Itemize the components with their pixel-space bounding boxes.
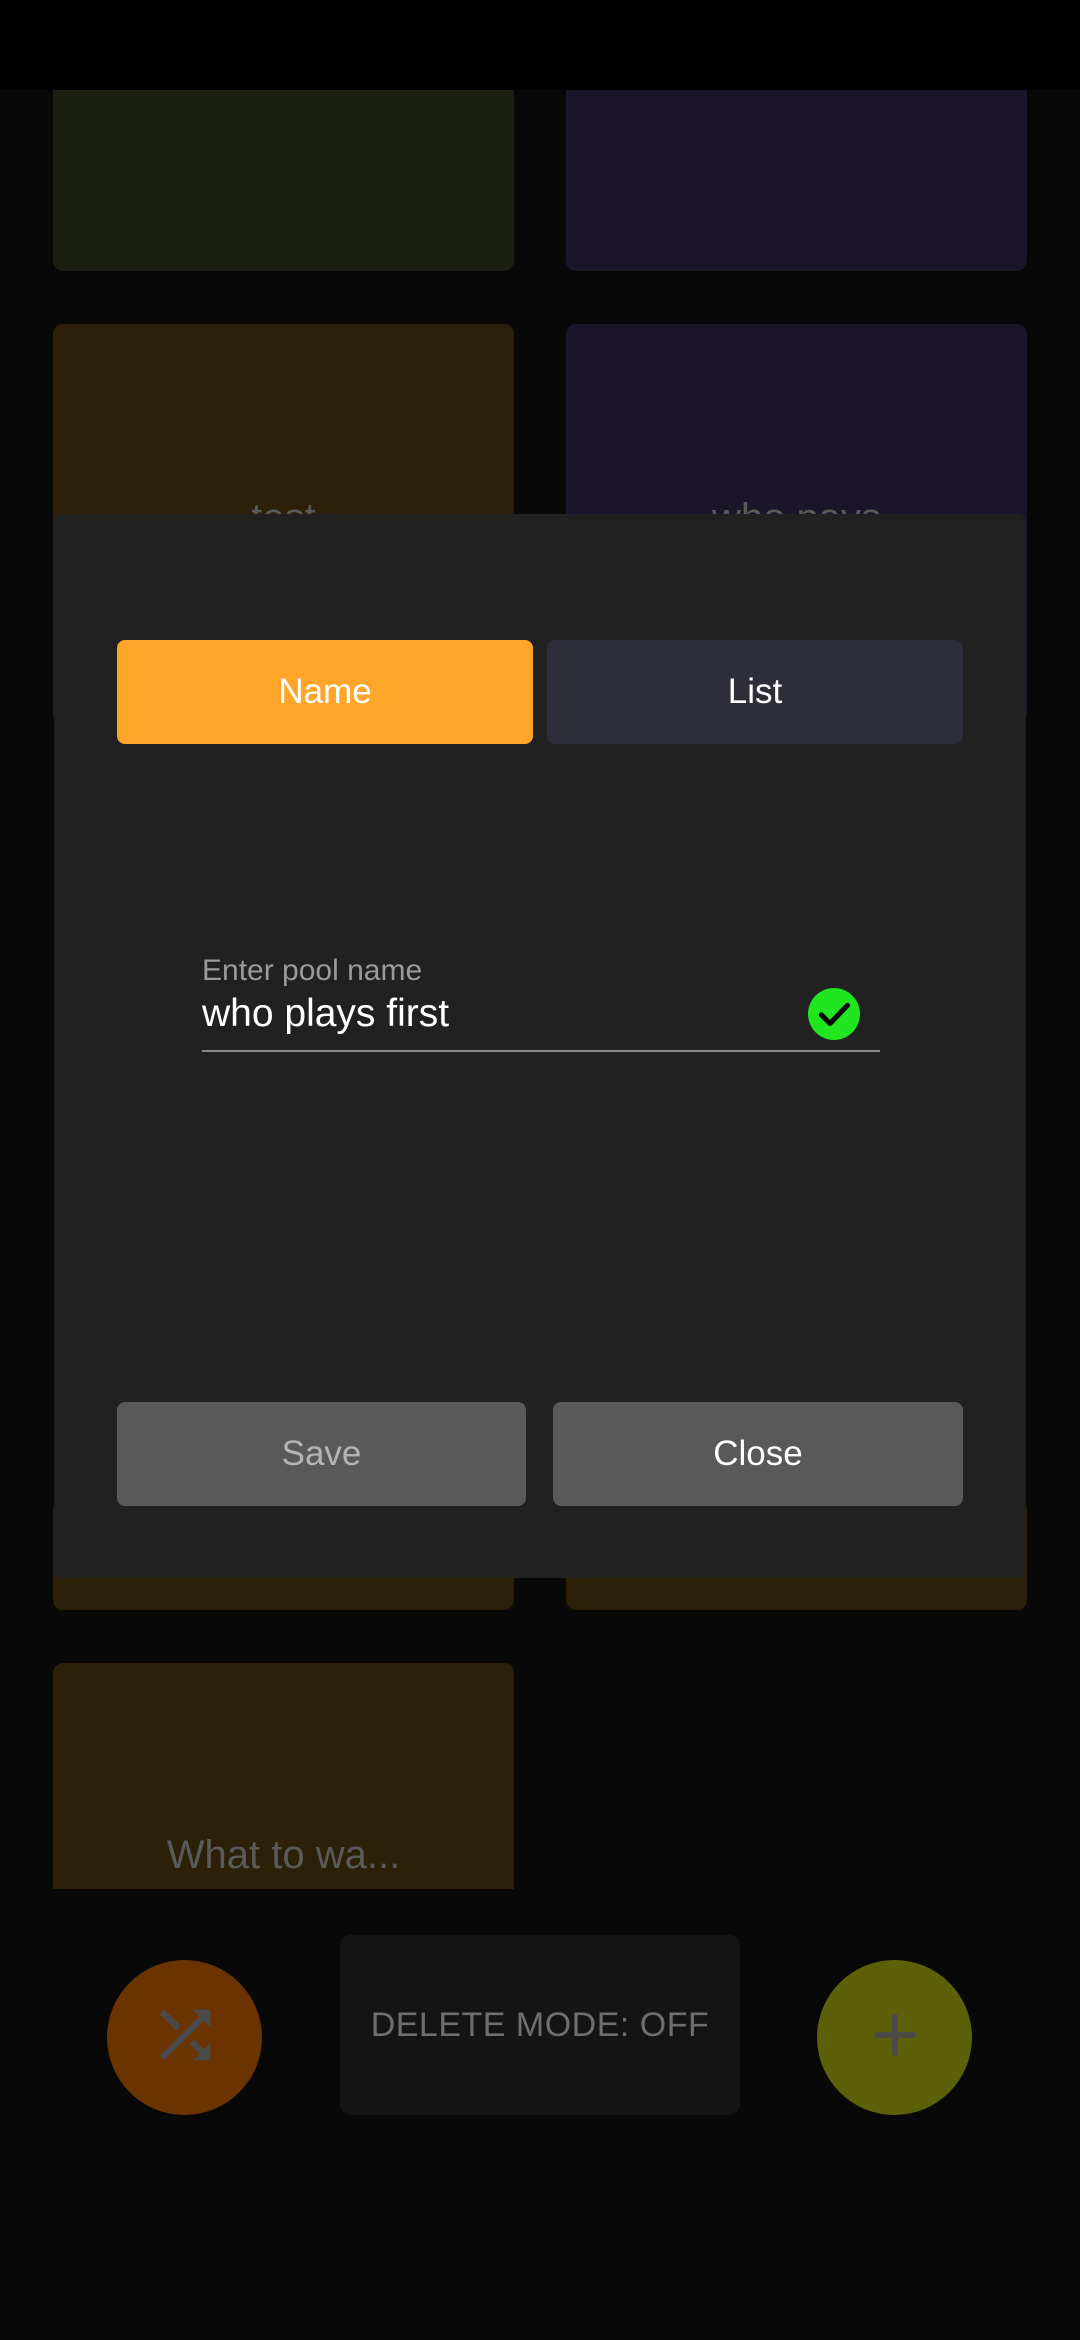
delete-mode-toggle[interactable]: DELETE MODE: OFF: [340, 1935, 740, 2115]
edit-pool-dialog: Name List Enter pool name who plays firs…: [54, 514, 1026, 1578]
plus-icon: [860, 2000, 930, 2075]
pool-tile-what-to-watch[interactable]: What to wa...: [53, 1663, 514, 1889]
shuffle-icon: [147, 1997, 223, 2078]
save-button[interactable]: Save: [117, 1402, 526, 1506]
tab-name-label: Name: [278, 672, 372, 711]
add-pool-button[interactable]: [817, 1960, 972, 2115]
tab-name[interactable]: Name: [117, 640, 533, 744]
save-button-label: Save: [281, 1434, 362, 1473]
close-button-label: Close: [713, 1434, 803, 1473]
status-bar: [0, 0, 1080, 90]
pool-name-input[interactable]: who plays first: [202, 992, 449, 1036]
check-circle-icon: [808, 988, 860, 1040]
delete-mode-label: DELETE MODE: OFF: [370, 2005, 710, 2044]
tab-list-label: List: [727, 672, 783, 711]
shuffle-button[interactable]: [107, 1960, 262, 2115]
pool-name-field-label: Enter pool name: [202, 954, 423, 987]
tile-label: What to wa...: [166, 1833, 401, 1877]
tab-list[interactable]: List: [547, 640, 963, 744]
pool-name-underline: [202, 1050, 880, 1052]
app-screen: test who pays What to wa... DELETE MODE:…: [0, 0, 1080, 2340]
close-button[interactable]: Close: [553, 1402, 963, 1506]
